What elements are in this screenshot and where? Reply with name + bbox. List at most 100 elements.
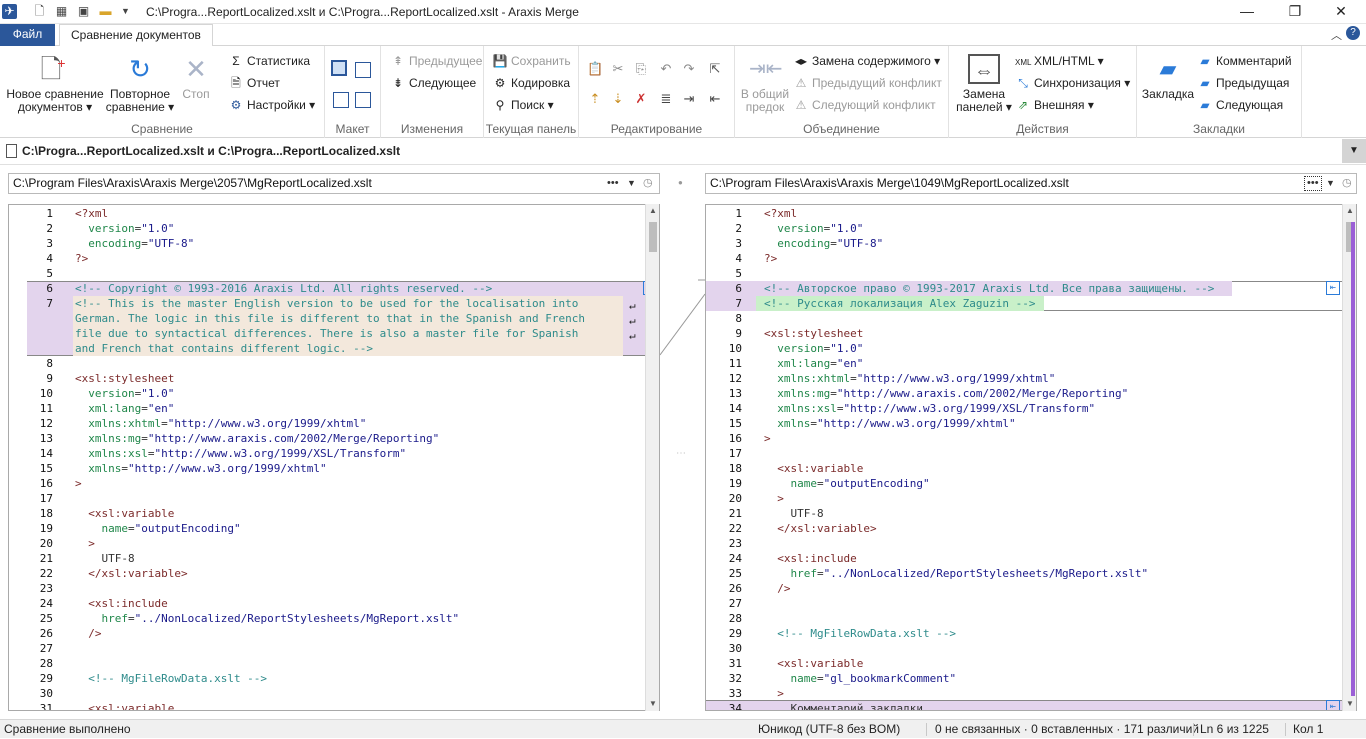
stop-button[interactable]: ✕ Стоп: [176, 54, 216, 101]
comment-button[interactable]: ▰ Комментарий: [1197, 51, 1291, 71]
code-line[interactable]: 17: [9, 491, 659, 506]
code-line[interactable]: 33 >: [706, 686, 1356, 701]
next-change-button[interactable]: ⇟ Следующее: [390, 73, 476, 93]
code-line[interactable]: 28: [9, 656, 659, 671]
minimize-button[interactable]: —: [1224, 0, 1270, 24]
code-line[interactable]: 12 xmlns:xhtml="http://www.w3.org/1999/x…: [9, 416, 659, 431]
code-line[interactable]: 25 href="../NonLocalized/ReportStyleshee…: [706, 566, 1356, 581]
redo-icon[interactable]: ↷: [681, 61, 697, 77]
next-conflict-button[interactable]: ⚠ Следующий конфликт: [793, 95, 936, 115]
code-line[interactable]: 31 <xsl:variable: [9, 701, 659, 710]
browse-ellipsis-icon[interactable]: •••: [607, 174, 619, 193]
scroll-down-icon[interactable]: ▼: [1343, 697, 1357, 711]
bookmark-button[interactable]: ▰ Закладка: [1141, 54, 1195, 101]
document-tab-title[interactable]: C:\Progra...ReportLocalized.xslt и C:\Pr…: [22, 144, 400, 158]
help-icon[interactable]: ?: [1346, 26, 1360, 40]
code-line[interactable]: 11 xml:lang="en": [706, 356, 1356, 371]
new-document-icon[interactable]: 🗋: [32, 4, 47, 19]
code-line[interactable]: 22 </xsl:variable>: [9, 566, 659, 581]
code-line[interactable]: 21 UTF-8: [706, 506, 1356, 521]
code-line[interactable]: 20 >: [706, 491, 1356, 506]
encoding-button[interactable]: ⚙ Кодировка: [492, 73, 570, 93]
history-icon[interactable]: ◷: [643, 174, 653, 193]
sync-button[interactable]: ⤡ Синхронизация ▾: [1015, 73, 1130, 93]
code-line[interactable]: 19 name="outputEncoding": [9, 521, 659, 536]
new-image-icon[interactable]: ▣: [76, 4, 91, 19]
code-line[interactable]: 24 <xsl:include: [706, 551, 1356, 566]
swap-panels-button[interactable]: ⇔ Замена панелей ▾: [954, 54, 1014, 114]
code-line[interactable]: 25 href="../NonLocalized/ReportStyleshee…: [9, 611, 659, 626]
code-line[interactable]: 11 xml:lang="en": [9, 401, 659, 416]
replace-content-button[interactable]: ◂▸ Замена содержимого ▾: [793, 51, 940, 71]
splitter-grip[interactable]: ⋯: [676, 448, 686, 459]
code-line[interactable]: 15 xmlns="http://www.w3.org/1999/xhtml": [9, 461, 659, 476]
code-line[interactable]: 5: [706, 266, 1356, 281]
undo-icon[interactable]: ↶: [658, 61, 674, 77]
code-line[interactable]: 32 name="gl_bookmarkComment": [706, 671, 1356, 686]
code-line[interactable]: 14 xmlns:xsl="http://www.w3.org/1999/XSL…: [9, 446, 659, 461]
left-path-field[interactable]: C:\Program Files\Araxis\Araxis Merge\205…: [8, 173, 660, 194]
code-line[interactable]: 34 Комментарий закладки: [706, 701, 1356, 710]
code-line[interactable]: 16 >: [9, 476, 659, 491]
status-encoding[interactable]: Юникод (UTF-8 без BOM): [758, 720, 900, 739]
code-line[interactable]: 20 >: [9, 536, 659, 551]
scroll-up-icon[interactable]: ▲: [1343, 204, 1357, 218]
code-line[interactable]: 30: [706, 641, 1356, 656]
new-binary-icon[interactable]: ▦: [54, 4, 69, 19]
code-line[interactable]: 21 UTF-8: [9, 551, 659, 566]
collapse-ribbon-icon[interactable]: ︿: [1331, 27, 1342, 43]
code-line[interactable]: German. The logic in this file is differ…: [9, 311, 659, 326]
format-icon[interactable]: ≣: [658, 91, 674, 107]
code-line[interactable]: 6 <!-- Copyright © 1993-2016 Araxis Ltd. …: [9, 281, 659, 296]
code-line[interactable]: 14 xmlns:xsl="http://www.w3.org/1999/XSL…: [706, 401, 1356, 416]
code-line[interactable]: 23: [9, 581, 659, 596]
code-line[interactable]: 30: [9, 686, 659, 701]
code-line[interactable]: 3 encoding="UTF-8": [706, 236, 1356, 251]
code-line[interactable]: 26 />: [9, 626, 659, 641]
code-line[interactable]: 24 <xsl:include: [9, 596, 659, 611]
code-line[interactable]: 18 <xsl:variable: [706, 461, 1356, 476]
right-path-field[interactable]: C:\Program Files\Araxis\Araxis Merge\104…: [705, 173, 1357, 194]
delete-icon[interactable]: ✗: [633, 91, 649, 107]
code-line[interactable]: 10 version="1.0": [706, 341, 1356, 356]
code-line[interactable]: 13 xmlns:mg="http://www.araxis.com/2002/…: [706, 386, 1356, 401]
quick-access-dropdown-icon[interactable]: ▼: [118, 4, 133, 19]
copy-icon[interactable]: ⎘: [633, 61, 649, 77]
code-line[interactable]: 28: [706, 611, 1356, 626]
layout-horizontal-icon[interactable]: [333, 92, 349, 108]
previous-conflict-button[interactable]: ⚠ Предыдущий конфликт: [793, 73, 942, 93]
browse-ellipsis-icon[interactable]: •••: [1304, 176, 1322, 191]
code-line[interactable]: 29 <!-- MgFileRowData.xslt -->: [706, 626, 1356, 641]
code-line[interactable]: 19 name="outputEncoding": [706, 476, 1356, 491]
code-line[interactable]: 26 />: [706, 581, 1356, 596]
history-icon[interactable]: ◷: [1342, 174, 1352, 193]
select-cursor-icon[interactable]: ⇱: [707, 61, 723, 77]
code-line[interactable]: 4 ?>: [706, 251, 1356, 266]
cut-icon[interactable]: ✂: [610, 61, 626, 77]
indent-icon[interactable]: ⇥: [681, 91, 697, 107]
next-bookmark-button[interactable]: ▰ Следующая: [1197, 95, 1283, 115]
left-editor-pane[interactable]: ⇥ ↵ ↵ ↵ 1<?xml2 version="1.0"3 encoding=…: [8, 204, 660, 711]
code-line[interactable]: 9 <xsl:stylesheet: [9, 371, 659, 386]
tab-compare-documents[interactable]: Сравнение документов: [59, 24, 213, 47]
code-line[interactable]: 18 <xsl:variable: [9, 506, 659, 521]
code-line[interactable]: 31 <xsl:variable: [706, 656, 1356, 671]
right-editor-pane[interactable]: ⇤ ⇤ 1 <?xml 2 version="1.0" 3 encoding="UTF…: [705, 204, 1357, 711]
document-list-dropdown-icon[interactable]: ▼: [1342, 139, 1366, 163]
code-line[interactable]: 8: [9, 356, 659, 371]
code-line[interactable]: 29 <!-- MgFileRowData.xslt -->: [9, 671, 659, 686]
layout-three-panes-icon[interactable]: [355, 62, 371, 78]
statistics-button[interactable]: Σ Статистика: [228, 51, 310, 71]
code-line[interactable]: 1 <?xml: [706, 206, 1356, 221]
common-ancestor-button[interactable]: ⇥⇤ В общий предок: [739, 54, 791, 114]
code-line[interactable]: 9 <xsl:stylesheet: [706, 326, 1356, 341]
close-button[interactable]: ✕: [1318, 0, 1364, 24]
scroll-up-icon[interactable]: ▲: [646, 204, 660, 218]
external-button[interactable]: ⇗ Внешняя ▾: [1015, 95, 1094, 115]
paste-icon[interactable]: 📋: [587, 61, 603, 77]
code-line[interactable]: 5: [9, 266, 659, 281]
code-line[interactable]: 13 xmlns:mg="http://www.araxis.com/2002/…: [9, 431, 659, 446]
code-line[interactable]: 6 <!-- Авторское право © 1993-2017 Araxis…: [706, 281, 1356, 296]
scroll-down-icon[interactable]: ▼: [646, 697, 660, 711]
code-line[interactable]: 27: [9, 641, 659, 656]
